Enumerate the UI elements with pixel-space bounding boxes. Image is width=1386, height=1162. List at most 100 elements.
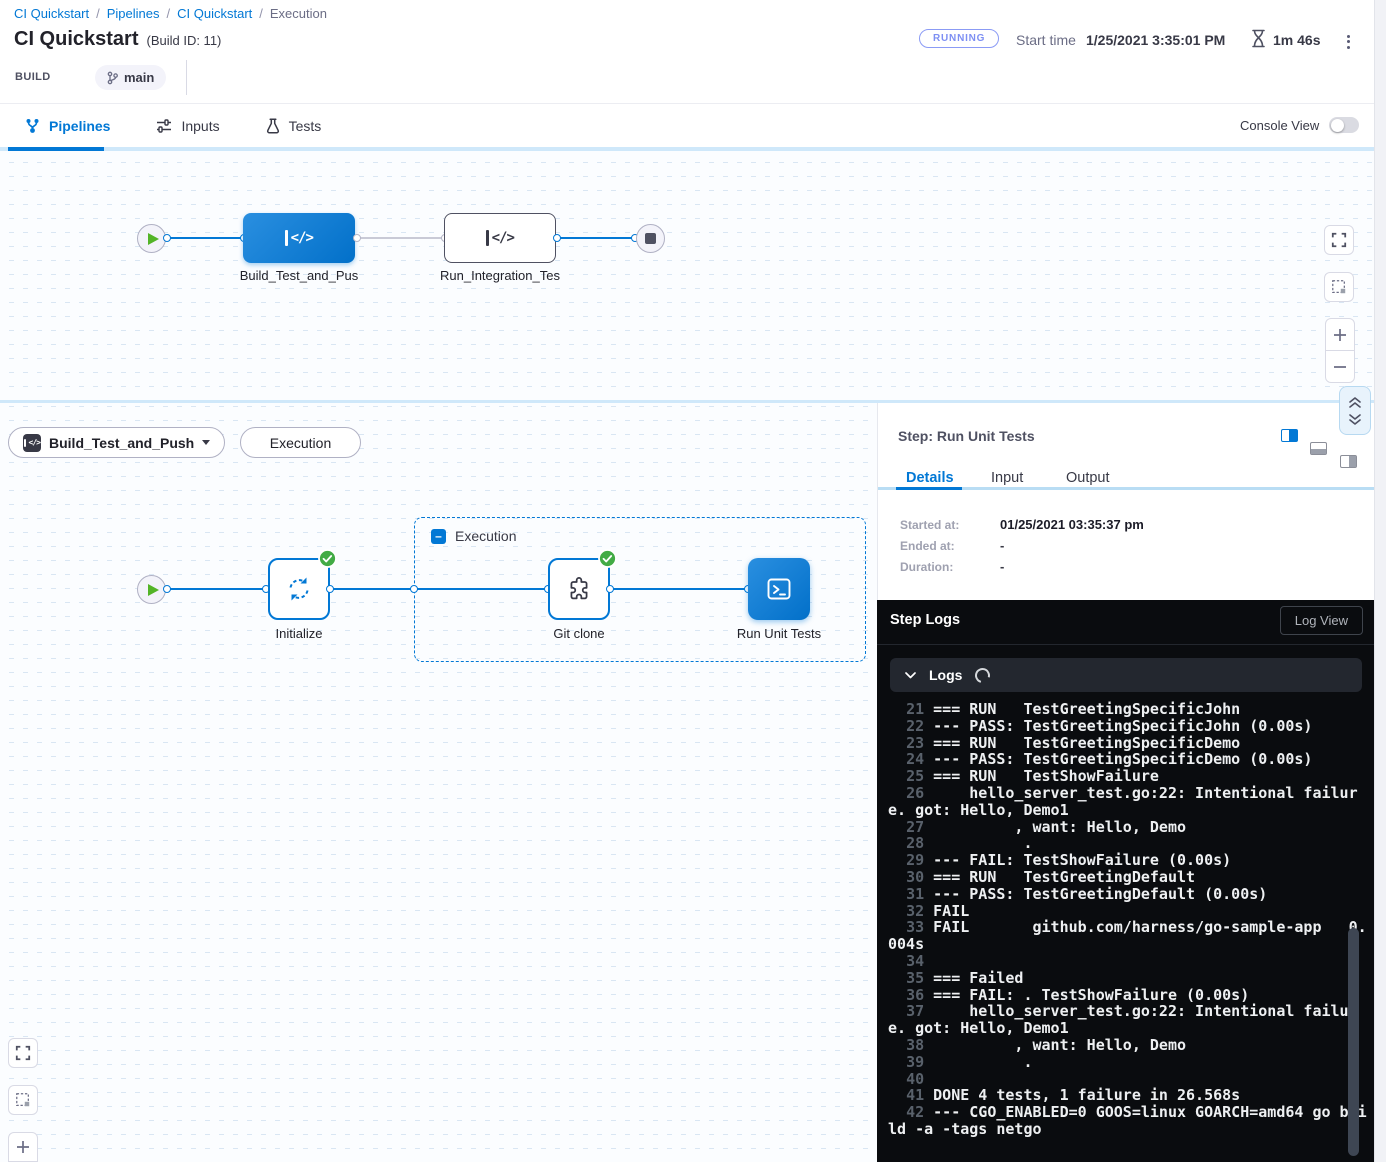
breadcrumb-link-pipeline-name[interactable]: CI Quickstart: [177, 6, 252, 21]
stage-node-run-integration-test[interactable]: </>: [444, 213, 556, 263]
double-chevron-up-icon: [1348, 396, 1362, 408]
breadcrumb-current: Execution: [270, 6, 327, 21]
edge-port: [606, 585, 614, 593]
page-title-row: CI Quickstart (Build ID: 11): [14, 28, 221, 51]
layout-split-right-button[interactable]: [1281, 429, 1298, 442]
elapsed-time: 1m 46s: [1273, 32, 1320, 48]
edge: [330, 588, 548, 590]
tab-inputs[interactable]: Inputs: [156, 118, 219, 134]
edge-port: [163, 234, 171, 242]
console-view-toggle[interactable]: [1329, 117, 1359, 133]
tab-output[interactable]: Output: [1066, 470, 1110, 486]
pipeline-end-node: [636, 224, 665, 253]
page-scrollbar-track[interactable]: [1374, 0, 1386, 1162]
log-line: 37 hello_server_test.go:22: Intentional …: [888, 1003, 1369, 1037]
status-badge: RUNNING: [919, 29, 999, 48]
steps-select-button[interactable]: [8, 1085, 38, 1115]
more-options-button[interactable]: [1345, 30, 1352, 53]
steps-zoom-in-button[interactable]: [8, 1132, 38, 1162]
execution-button[interactable]: Execution: [240, 427, 361, 458]
canvas-fullscreen-button[interactable]: [1324, 225, 1354, 255]
execution-group-label[interactable]: – Execution: [431, 528, 516, 544]
double-chevron-down-icon: [1348, 414, 1362, 426]
console-view-label: Console View: [1240, 118, 1319, 133]
step-logs-header: Step Logs Log View: [877, 600, 1374, 645]
success-check-badge: [318, 549, 337, 568]
git-branch-icon: [107, 71, 118, 85]
stage-selector-label: Build_Test_and_Push: [49, 435, 194, 451]
plus-icon: [1333, 328, 1347, 342]
console-view-control: Console View: [1240, 117, 1359, 133]
stage-node-build-test-and-push[interactable]: </>: [243, 213, 355, 263]
start-time-value: 1/25/2021 3:35:01 PM: [1086, 32, 1225, 48]
log-line: 26 hello_server_test.go:22: Intentional …: [888, 785, 1369, 819]
pipelines-icon: [25, 118, 40, 134]
breadcrumb-link-ci-quickstart[interactable]: CI Quickstart: [14, 6, 89, 21]
panel-collapse-expand-control[interactable]: [1339, 386, 1371, 435]
log-line: 42 --- CGO_ENABLED=0 GOOS=linux GOARCH=a…: [888, 1104, 1369, 1138]
chevron-down-icon: [202, 440, 210, 445]
log-line: 29 --- FAIL: TestShowFailure (0.00s): [888, 852, 1369, 869]
canvas-zoom-controls: [1325, 318, 1355, 383]
layout-bottom-button[interactable]: [1310, 442, 1327, 455]
log-line: 23 === RUN TestGreetingSpecificDemo: [888, 735, 1369, 752]
zoom-out-button[interactable]: [1326, 350, 1354, 382]
panel-tab-underline-active: [896, 487, 962, 490]
log-line: 31 --- PASS: TestGreetingDefault (0.00s): [888, 886, 1369, 903]
step-logs-panel: Step Logs Log View Logs 21 === RUN TestG…: [877, 600, 1374, 1162]
step-label: Run Unit Tests: [694, 626, 864, 641]
app-root: CI Quickstart/Pipelines/CI Quickstart/Ex…: [0, 0, 1386, 1162]
logs-section-toggle[interactable]: Logs: [890, 658, 1362, 692]
success-check-badge: [598, 549, 617, 568]
ended-at-value: -: [1000, 538, 1004, 553]
edge-port: [410, 585, 418, 593]
log-line: 34: [888, 953, 1369, 970]
layout-right-button[interactable]: [1340, 455, 1357, 468]
edge: [357, 237, 446, 239]
breadcrumb-link-pipelines[interactable]: Pipelines: [107, 6, 160, 21]
log-line: 36 === FAIL: . TestShowFailure (0.00s): [888, 987, 1369, 1004]
fullscreen-icon: [1331, 232, 1347, 248]
step-label: Initialize: [214, 626, 384, 641]
stop-icon: [645, 233, 656, 244]
run-tests-terminal-icon: [765, 575, 793, 603]
code-stage-icon: </>: [486, 230, 514, 246]
canvas-select-button[interactable]: [1324, 272, 1354, 302]
log-view-button[interactable]: Log View: [1280, 606, 1363, 635]
tab-input[interactable]: Input: [991, 470, 1023, 486]
log-line: 41 DONE 4 tests, 1 failure in 26.568s: [888, 1087, 1369, 1104]
steps-fullscreen-button[interactable]: [8, 1038, 38, 1068]
log-line: 35 === Failed: [888, 970, 1369, 987]
code-stage-icon: </>: [285, 230, 313, 246]
ended-at-label: Ended at:: [900, 539, 955, 553]
log-line: 33 FAIL github.com/harness/go-sample-app…: [888, 919, 1369, 953]
tab-pipelines[interactable]: Pipelines: [25, 118, 110, 134]
duration-value: -: [1000, 559, 1004, 574]
collapse-group-icon[interactable]: –: [431, 529, 446, 544]
step-node-run-unit-tests[interactable]: [748, 558, 810, 620]
started-at-value: 01/25/2021 03:35:37 pm: [1000, 517, 1144, 532]
step-logs-title: Step Logs: [890, 612, 960, 628]
log-line: 38 , want: Hello, Demo: [888, 1037, 1369, 1054]
tab-details[interactable]: Details: [906, 470, 954, 486]
build-label: BUILD: [15, 71, 51, 83]
hourglass-icon: [1251, 29, 1266, 48]
stage-graph-canvas[interactable]: [0, 151, 1374, 400]
log-line: 40: [888, 1071, 1369, 1088]
page-title: CI Quickstart: [14, 28, 138, 51]
inputs-icon: [156, 119, 172, 133]
tab-tests[interactable]: Tests: [266, 118, 322, 134]
zoom-in-button[interactable]: [1326, 319, 1354, 350]
log-line: 21 === RUN TestGreetingSpecificJohn: [888, 701, 1369, 718]
log-scrollbar-thumb[interactable]: [1348, 928, 1359, 1156]
duration-label: Duration:: [900, 560, 953, 574]
log-line: 28 .: [888, 835, 1369, 852]
steps-start-node: [137, 575, 166, 604]
plus-icon: [16, 1140, 30, 1154]
log-line: 24 --- PASS: TestGreetingSpecificDemo (0…: [888, 751, 1369, 768]
header-divider: [186, 60, 187, 95]
log-line: 32 FAIL: [888, 903, 1369, 920]
minus-icon: [1333, 360, 1347, 374]
edge: [610, 588, 748, 590]
stage-selector-dropdown[interactable]: </> Build_Test_and_Push: [8, 427, 225, 458]
